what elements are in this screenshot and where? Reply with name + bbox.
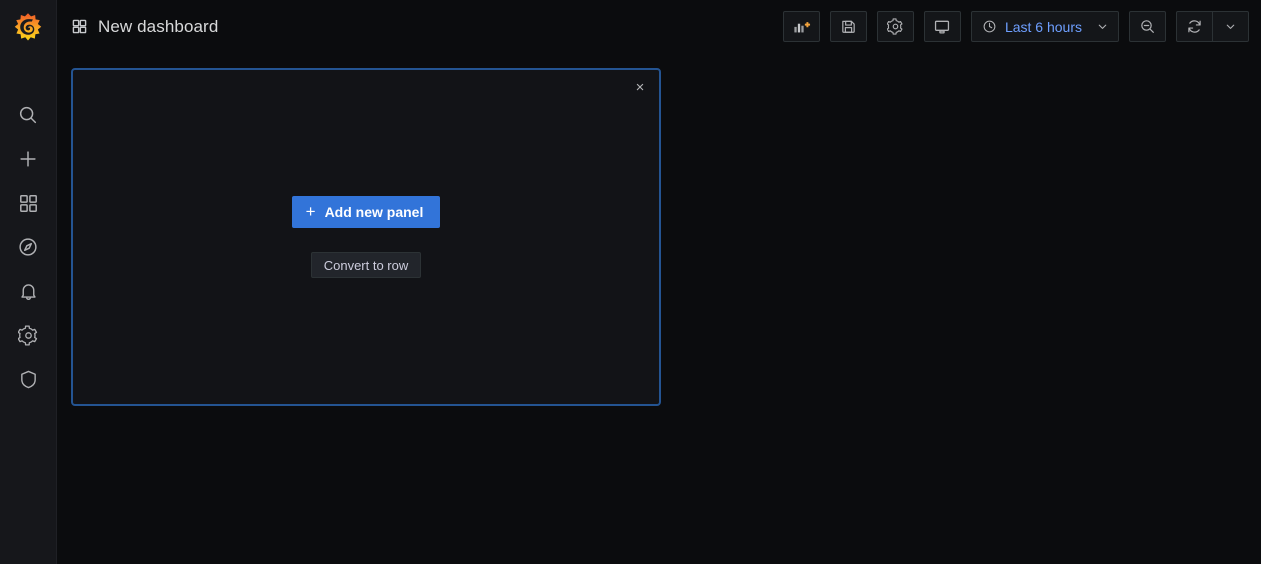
grafana-logo[interactable]	[0, 0, 57, 57]
compass-icon	[19, 238, 37, 256]
add-new-panel-button[interactable]: + Add new panel	[291, 196, 441, 228]
add-panel-widget: × + Add new panel Convert to row	[71, 68, 661, 406]
breadcrumb: New dashboard	[71, 17, 218, 37]
main-content: New dashboard Last 6 hours × + Add new p…	[57, 0, 1261, 564]
plus-icon	[20, 151, 36, 167]
dashboards-icon	[19, 194, 37, 212]
settings-icon	[886, 18, 903, 35]
gear-icon	[17, 324, 37, 346]
add-panel-widget-actions: + Add new panel Convert to row	[73, 70, 659, 404]
dashboard-grid-icon	[72, 19, 87, 34]
save-icon	[842, 20, 855, 33]
sidebar-item-alerting[interactable]	[0, 269, 57, 313]
plus-icon: +	[305, 202, 316, 221]
sidebar-nav-list	[0, 93, 57, 401]
sidebar-item-create[interactable]	[0, 137, 57, 181]
chevron-down-icon	[1098, 24, 1107, 29]
clock-icon	[983, 20, 996, 33]
add-panel-button[interactable]	[782, 11, 820, 42]
zoom-out-icon	[1141, 20, 1154, 33]
page-title[interactable]: New dashboard	[98, 17, 218, 37]
sidebar-item-configuration[interactable]	[0, 313, 57, 357]
grafana-logo-icon	[14, 12, 42, 41]
sidebar-item-explore[interactable]	[0, 225, 57, 269]
refresh-button-group	[1176, 11, 1249, 42]
time-range-label: Last 6 hours	[1004, 18, 1082, 35]
search-icon	[19, 106, 37, 124]
dashboard-canvas: × + Add new panel Convert to row	[57, 53, 1261, 564]
add-new-panel-label: Add new panel	[324, 204, 424, 220]
time-range-picker[interactable]: Last 6 hours	[970, 11, 1119, 42]
sidebar-item-search[interactable]	[0, 93, 57, 137]
grafana-app: New dashboard Last 6 hours × + Add new p…	[0, 0, 1261, 564]
save-dashboard-button[interactable]	[829, 11, 867, 42]
sidebar-item-server-admin[interactable]	[0, 357, 57, 401]
add-panel-icon	[794, 22, 810, 33]
kiosk-mode-button[interactable]	[923, 11, 961, 42]
toolbar-actions: Last 6 hours	[782, 11, 1249, 42]
dashboard-settings-button[interactable]	[876, 11, 914, 42]
bell-icon	[20, 283, 36, 300]
dashboard-toolbar: New dashboard Last 6 hours	[57, 0, 1261, 53]
refresh-dashboard-button[interactable]	[1176, 11, 1213, 42]
zoom-out-time-button[interactable]	[1129, 11, 1166, 42]
refresh-interval-dropdown[interactable]	[1212, 11, 1249, 42]
kiosk-icon	[935, 20, 950, 33]
refresh-icon	[1188, 20, 1201, 33]
chevron-down-icon	[1226, 24, 1235, 29]
shield-icon	[20, 370, 36, 388]
sidebar-item-dashboards[interactable]	[0, 181, 57, 225]
main-sidebar	[0, 0, 57, 564]
convert-to-row-button[interactable]: Convert to row	[310, 252, 422, 278]
